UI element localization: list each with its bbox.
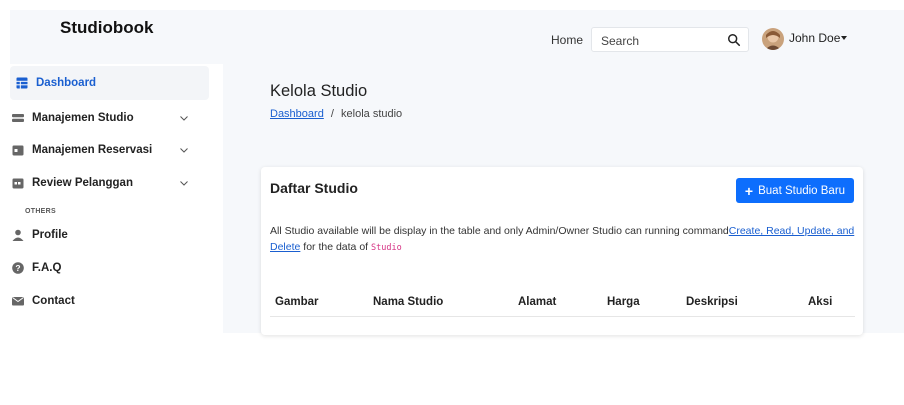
chevron-down-icon[interactable] — [180, 179, 188, 187]
sidebar-item-label: Dashboard — [36, 77, 97, 89]
search-placeholder: Search — [601, 34, 640, 48]
sidebar-item-label: Manajemen Studio — [32, 112, 134, 124]
sidebar-item-label: Contact — [32, 295, 75, 307]
caret-down-icon[interactable] — [841, 36, 847, 40]
add-studio-button[interactable]: + Buat Studio Baru — [736, 178, 854, 203]
sidebar-item-contact[interactable]: Contact — [12, 284, 209, 318]
studio-code: Studio — [371, 243, 402, 253]
column-header-alamat: Alamat — [518, 296, 557, 308]
table-icon — [16, 77, 28, 89]
breadcrumb-dashboard-link[interactable]: Dashboard — [270, 108, 324, 120]
desc-text-middle: for the data of — [300, 241, 371, 253]
person-icon — [12, 229, 24, 241]
column-header-harga: Harga — [607, 296, 640, 308]
sidebar-item-label: Profile — [32, 229, 68, 241]
column-header-nama-studio: Nama Studio — [373, 296, 444, 308]
drawer-icon — [12, 114, 24, 122]
question-icon: ? — [12, 262, 24, 274]
sidebar-item-label: Manajemen Reservasi — [32, 144, 153, 156]
sidebar-item-manajemen-reservasi[interactable]: Manajemen Reservasi — [12, 133, 209, 167]
desc-text: All Studio available will be display in … — [270, 225, 729, 237]
svg-text:?: ? — [15, 263, 20, 273]
breadcrumb-current: kelola studio — [341, 108, 403, 120]
table-header: Gambar Nama Studio Alamat Harga Deskrips… — [270, 293, 855, 317]
card-title: Daftar Studio — [270, 180, 358, 196]
column-header-gambar: Gambar — [275, 296, 319, 308]
nav-home-link[interactable]: Home — [551, 33, 583, 47]
user-menu-name[interactable]: John Doe — [789, 31, 840, 45]
page-title: Kelola Studio — [270, 82, 368, 100]
card-description: All Studio available will be display in … — [270, 223, 855, 256]
sidebar-item-faq[interactable]: ? F.A.Q — [12, 251, 209, 285]
search-icon[interactable] — [727, 33, 741, 47]
sidebar-item-review-pelanggan[interactable]: Review Pelanggan — [12, 166, 209, 200]
plus-icon: + — [744, 182, 754, 199]
sidebar-item-label: F.A.Q — [32, 262, 62, 274]
brand-logo[interactable]: Studiobook — [60, 18, 153, 38]
calendar-check-icon — [12, 178, 24, 189]
breadcrumb: Dashboard / kelola studio — [270, 108, 402, 120]
sidebar-item-label: Review Pelanggan — [32, 177, 133, 189]
sidebar-section-heading: OTHERS — [25, 208, 56, 215]
studio-list-card: Daftar Studio + Buat Studio Baru All Stu… — [261, 167, 863, 335]
calendar-icon — [12, 145, 24, 156]
add-studio-label: Buat Studio Baru — [758, 184, 846, 197]
avatar[interactable] — [762, 28, 784, 50]
sidebar-item-dashboard[interactable]: Dashboard — [10, 66, 209, 100]
breadcrumb-separator: / — [330, 108, 334, 120]
envelope-icon — [12, 297, 24, 306]
sidebar-item-manajemen-studio[interactable]: Manajemen Studio — [12, 101, 209, 135]
search-input[interactable]: Search — [591, 27, 749, 52]
chevron-down-icon[interactable] — [180, 114, 188, 122]
column-header-deskripsi: Deskripsi — [686, 296, 738, 308]
chevron-down-icon[interactable] — [180, 146, 188, 154]
sidebar-item-profile[interactable]: Profile — [12, 218, 209, 252]
column-header-aksi: Aksi — [808, 296, 833, 308]
